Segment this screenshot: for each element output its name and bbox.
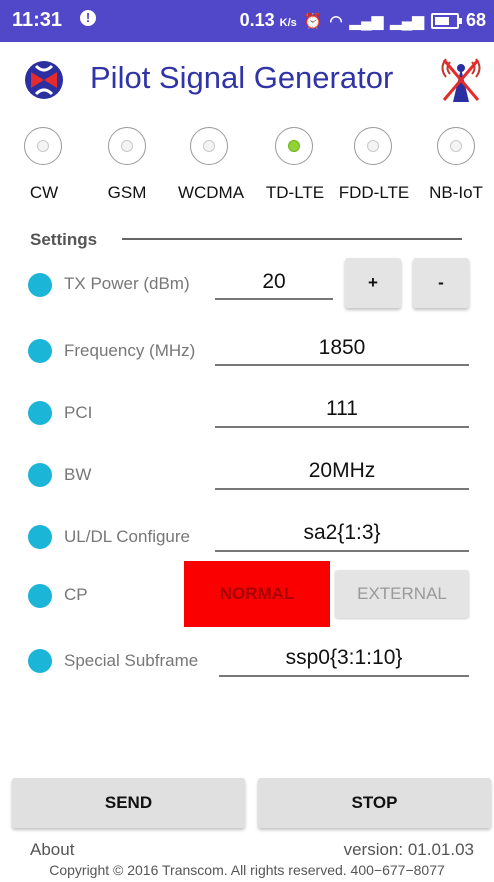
battery-percent: 68 bbox=[465, 10, 486, 30]
bw-input[interactable]: 20MHz bbox=[215, 459, 469, 483]
radio-gsm[interactable] bbox=[108, 127, 146, 165]
cp-external-button[interactable]: EXTERNAL bbox=[335, 570, 469, 618]
frequency-bullet-icon bbox=[28, 339, 52, 363]
radio-label-td-lte: TD-LTE bbox=[265, 183, 325, 202]
alarm-icon: ⏰ bbox=[303, 12, 323, 30]
radio-nb-iot[interactable] bbox=[437, 127, 475, 165]
network-speed: 0.13 K/s bbox=[239, 10, 297, 30]
status-bar: 11:31 ! 0.13 K/s ⏰ ◠ ▂▄▆ ▂▄▆ 68 bbox=[0, 0, 494, 42]
tx-power-label: TX Power (dBm) bbox=[64, 274, 190, 293]
tx-power-plus-button[interactable]: + bbox=[345, 258, 401, 308]
signal-4g-icon: ▂▄▆ bbox=[349, 12, 384, 30]
copyright-text: Copyright © 2016 Transcom. All rights re… bbox=[49, 862, 445, 878]
frequency-underline bbox=[215, 364, 469, 366]
pci-input[interactable]: 111 bbox=[215, 397, 469, 421]
bw-label: BW bbox=[64, 465, 92, 484]
tx-power-underline bbox=[215, 298, 333, 300]
notification-icon: ! bbox=[80, 10, 96, 26]
signal-icon: ▂▄▆ bbox=[390, 12, 424, 30]
special-subframe-input[interactable]: ssp0{3:1:10} bbox=[219, 646, 469, 670]
app-logo-icon bbox=[25, 61, 63, 99]
stop-button[interactable]: STOP bbox=[258, 778, 491, 828]
wifi-icon: ◠ bbox=[329, 12, 343, 30]
radio-label-gsm: GSM bbox=[107, 183, 147, 202]
special-subframe-underline bbox=[219, 675, 469, 677]
send-button[interactable]: SEND bbox=[12, 778, 245, 828]
bw-bullet-icon bbox=[28, 463, 52, 487]
radio-wcdma[interactable] bbox=[190, 127, 228, 165]
radio-label-cw: CW bbox=[29, 183, 59, 202]
page-title: Pilot Signal Generator bbox=[90, 60, 394, 95]
radio-label-wcdma: WCDMA bbox=[177, 183, 245, 202]
ul-dl-bullet-icon bbox=[28, 525, 52, 549]
radio-label-fdd-lte: FDD-LTE bbox=[338, 183, 410, 202]
bw-underline bbox=[215, 488, 469, 490]
settings-heading: Settings bbox=[30, 230, 98, 249]
cp-bullet-icon bbox=[28, 584, 52, 608]
settings-divider bbox=[122, 238, 462, 240]
radio-label-nb-iot: NB-IoT bbox=[429, 183, 483, 202]
ul-dl-label: UL/DL Configure bbox=[64, 527, 190, 546]
pci-underline bbox=[215, 426, 469, 428]
pci-bullet-icon bbox=[28, 401, 52, 425]
special-subframe-label: Special Subframe bbox=[64, 651, 199, 670]
frequency-label: Frequency (MHz) bbox=[64, 341, 196, 360]
pci-label: PCI bbox=[64, 403, 93, 422]
status-time: 11:31 bbox=[12, 9, 63, 31]
radio-td-lte[interactable] bbox=[275, 127, 313, 165]
radio-cw[interactable] bbox=[24, 127, 62, 165]
ul-dl-input[interactable]: sa2{1:3} bbox=[215, 521, 469, 545]
tx-power-bullet-icon bbox=[28, 273, 52, 297]
version-text: version: 01.01.03 bbox=[343, 840, 474, 859]
special-subframe-bullet-icon bbox=[28, 649, 52, 673]
no-signal-icon[interactable] bbox=[440, 56, 482, 104]
cp-label: CP bbox=[64, 585, 88, 604]
frequency-input[interactable]: 1850 bbox=[215, 336, 469, 360]
cp-normal-button[interactable]: NORMAL bbox=[184, 561, 330, 627]
tx-power-input[interactable]: 20 bbox=[215, 270, 333, 294]
tx-power-minus-button[interactable]: - bbox=[413, 258, 469, 308]
radio-fdd-lte[interactable] bbox=[354, 127, 392, 165]
status-icons: 0.13 K/s ⏰ ◠ ▂▄▆ ▂▄▆ 68 bbox=[240, 10, 486, 31]
about-link[interactable]: About bbox=[30, 840, 74, 860]
ul-dl-underline bbox=[215, 550, 469, 552]
battery-icon bbox=[430, 12, 462, 29]
